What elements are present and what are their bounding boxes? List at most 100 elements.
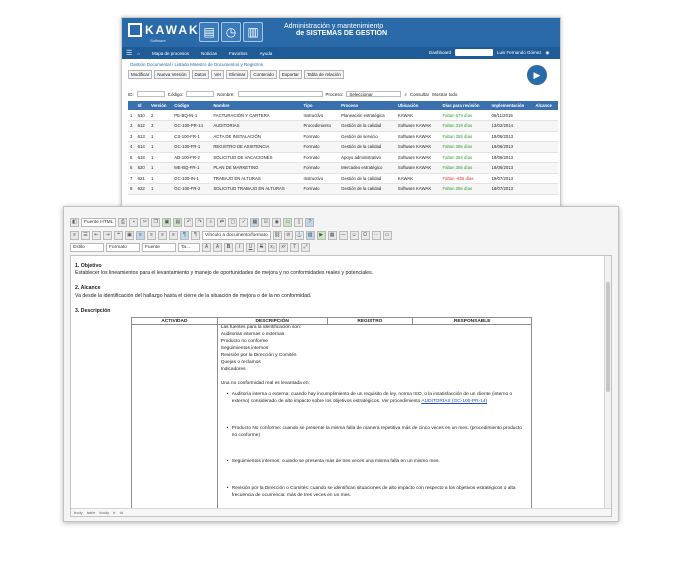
iframe-icon[interactable]: ▭	[382, 230, 392, 240]
documents-icon[interactable]: ▤	[199, 22, 219, 42]
div-icon[interactable]: ▣	[125, 230, 134, 240]
dashboard-select[interactable]	[455, 49, 494, 56]
superscript-icon[interactable]: x²	[279, 242, 288, 252]
bold-icon[interactable]: B	[224, 242, 233, 252]
save-icon[interactable]: ▪	[129, 217, 139, 227]
align-center-icon[interactable]: ≡	[147, 230, 156, 240]
bulleted-list-icon[interactable]: ☰	[81, 230, 90, 240]
source-html-button[interactable]: Fuente HTML	[81, 217, 117, 227]
paste-icon[interactable]: ▣	[162, 217, 172, 227]
nav-favorites[interactable]: Favoritos	[229, 51, 248, 56]
description-cell[interactable]: Las fuentes para la identificación son: …	[216, 324, 533, 516]
col-version[interactable]: Versión	[148, 101, 173, 110]
style-dropdown[interactable]: Estilo	[70, 242, 104, 252]
play-icon[interactable]: ▶	[527, 65, 547, 85]
modify-button[interactable]: Modificar	[128, 70, 153, 79]
kawak-logo[interactable]: KAWAK Software	[128, 23, 200, 43]
path-table[interactable]: table	[87, 509, 96, 516]
image-icon[interactable]: ▨	[305, 230, 315, 240]
special-char-icon[interactable]: Ω	[360, 230, 370, 240]
col-location[interactable]: Ubicación	[395, 101, 441, 110]
spellcheck-icon[interactable]: ✓	[239, 217, 249, 227]
flash-icon[interactable]: ▶	[316, 230, 326, 240]
strikethrough-icon[interactable]: S	[257, 242, 266, 252]
path-td[interactable]: td	[120, 509, 123, 516]
pagebreak-icon[interactable]: ⋯	[371, 230, 381, 240]
ltr-icon[interactable]: ¶	[180, 230, 189, 240]
subscript-icon[interactable]: x₂	[268, 242, 277, 252]
col-process[interactable]: Proceso	[339, 101, 396, 110]
search-icon[interactable]: ⌕	[404, 92, 407, 97]
blockquote-icon[interactable]: ❝	[114, 230, 123, 240]
nav-process-map[interactable]: Mapa de procesos	[152, 51, 189, 56]
table-row[interactable]: 1 610 2 PE-BQ-IN-1 FACTURACIÓN Y CARTERA Inst…	[128, 110, 558, 121]
align-right-icon[interactable]: ≡	[158, 230, 167, 240]
checkbox-icon[interactable]: ☑	[261, 217, 271, 227]
link-icon[interactable]: ⛓	[272, 230, 282, 240]
text-color-icon[interactable]: A	[202, 242, 211, 252]
path-tbody[interactable]: tbody	[99, 509, 109, 516]
table-row[interactable]: 7 621 1 GC-100-IN-1 TRABAJO EN ALTURAS Instru…	[128, 173, 558, 184]
export-button[interactable]: Exportar	[278, 70, 302, 79]
name-filter-input[interactable]	[237, 91, 323, 97]
editor-scrollbar[interactable]	[604, 256, 611, 510]
nav-help[interactable]: Ayuda	[260, 51, 273, 56]
rtl-icon[interactable]: ¶	[191, 230, 200, 240]
table-row[interactable]: 4 614 1 GC-100-FR-1 REGISTRO DE ASISTENCIA Fo…	[128, 141, 558, 153]
path-body[interactable]: body	[74, 509, 83, 516]
table-icon[interactable]: ▦	[327, 230, 337, 240]
process-filter-select[interactable]: Seleccionar	[346, 91, 402, 97]
paste-text-icon[interactable]: ▤	[173, 217, 183, 227]
source-icon[interactable]: ◧	[70, 217, 79, 227]
cut-icon[interactable]: ✂	[140, 217, 150, 227]
textarea-icon[interactable]: ▯	[294, 217, 304, 227]
size-dropdown[interactable]: Ta...	[178, 242, 200, 252]
data-button[interactable]: Datos	[191, 70, 210, 79]
audit-procedure-link[interactable]: AUDITORIAS (GC-100-PR-14)	[421, 399, 487, 404]
replace-icon[interactable]: ⇄	[217, 217, 227, 227]
align-left-icon[interactable]: ≡	[136, 230, 145, 240]
remove-format-icon[interactable]: T	[290, 242, 299, 252]
numbered-list-icon[interactable]: ≡	[70, 230, 79, 240]
underline-icon[interactable]: U	[246, 242, 255, 252]
home-icon[interactable]: ⌂	[137, 51, 140, 56]
redo-icon[interactable]: ↷	[195, 217, 205, 227]
link-document-dropdown[interactable]: Vínculo a documento/formato	[202, 230, 271, 240]
table-row[interactable]: 6 620 1 ME-BQ-FR-1 PLAN DE MARKETING Formato M…	[128, 162, 558, 174]
radio-icon[interactable]: ◉	[272, 217, 282, 227]
copy-icon[interactable]: ❐	[151, 217, 161, 227]
activity-cell[interactable]	[131, 324, 218, 516]
menu-icon[interactable]: ☰	[126, 49, 132, 57]
consult-link[interactable]: Consultar	[410, 92, 429, 97]
scrollbar-thumb[interactable]	[606, 282, 610, 392]
breadcrumb[interactable]: Gestión Documental / Listado Maestro de …	[122, 59, 560, 70]
clock-icon[interactable]: ◷	[221, 22, 241, 42]
horizontal-line-icon[interactable]: ―	[338, 230, 348, 240]
user-avatar-icon[interactable]: ◉	[546, 50, 550, 56]
italic-icon[interactable]: I	[235, 242, 244, 252]
delete-button[interactable]: Eliminar	[226, 70, 249, 79]
anchor-icon[interactable]: ⚓	[294, 230, 304, 240]
undo-icon[interactable]: ↶	[184, 217, 194, 227]
print-icon[interactable]: ⎙	[118, 217, 128, 227]
chart-icon[interactable]: ▥	[243, 22, 263, 42]
textfield-icon[interactable]: ▭	[283, 217, 293, 227]
user-name[interactable]: Luis Fernando Gómez	[497, 50, 542, 55]
col-implementation[interactable]: Implementación	[489, 101, 534, 110]
view-button[interactable]: Ver	[211, 70, 225, 79]
col-id[interactable]: Id	[135, 101, 149, 110]
maximize-icon[interactable]: ⤢	[301, 242, 310, 252]
show-all-link[interactable]: Mostrar todo	[432, 92, 457, 97]
indent-icon[interactable]: ⇥	[103, 230, 112, 240]
new-version-button[interactable]: Nueva Versión	[154, 70, 190, 79]
content-button[interactable]: Contenido	[250, 70, 277, 79]
col-scope[interactable]: Alcance	[533, 101, 558, 110]
table-row[interactable]: 2 612 3 GC-100-PR-14 AUDITORIAS Procedimiento…	[128, 120, 558, 132]
justify-icon[interactable]: ≡	[169, 230, 178, 240]
select-all-icon[interactable]: ▢	[228, 217, 238, 227]
help-icon[interactable]: ?	[305, 217, 315, 227]
relation-table-button[interactable]: Tabla de relación	[303, 70, 344, 79]
font-dropdown[interactable]: Fuente	[142, 242, 176, 252]
id-filter-input[interactable]	[136, 91, 165, 97]
col-review-days[interactable]: Días para revisión	[440, 101, 490, 110]
